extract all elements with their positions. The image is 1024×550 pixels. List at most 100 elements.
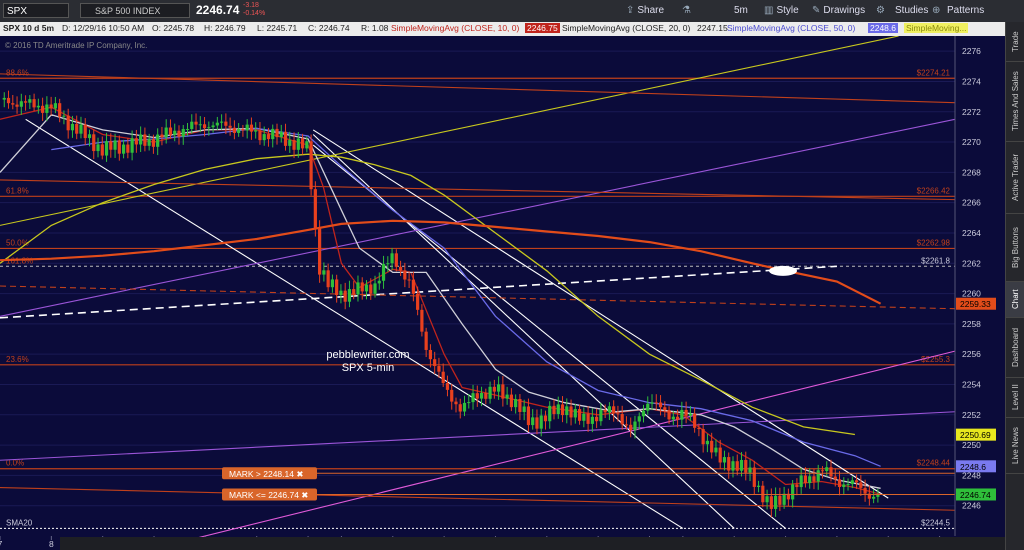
candle-body xyxy=(475,393,479,399)
price-badge-label: 2250.69 xyxy=(960,430,991,440)
candle-body xyxy=(833,476,837,480)
candle-body xyxy=(633,421,637,431)
candle-body xyxy=(15,104,19,107)
sidebar-item-dashboard[interactable]: Dashboard xyxy=(1006,318,1024,378)
candle-body xyxy=(735,461,739,471)
candle-body xyxy=(612,406,616,414)
sma50-label[interactable]: SimpleMovingAvg (CLOSE, 50, 0) xyxy=(727,23,855,33)
candle-body xyxy=(552,405,556,415)
bar-low: L: 2245.71 xyxy=(257,23,298,33)
symbol-input[interactable]: SPX xyxy=(3,3,69,18)
bar-date: D: 12/29/16 10:50 AM xyxy=(62,23,145,33)
candle-body xyxy=(300,138,305,149)
candle-body xyxy=(859,482,863,488)
candle-body xyxy=(693,413,697,428)
candle-body xyxy=(164,127,168,138)
level-label: SMA20 xyxy=(6,518,33,527)
candle-body xyxy=(87,134,92,139)
candle-body xyxy=(109,141,113,150)
candle-body xyxy=(842,484,846,488)
candle-body xyxy=(283,131,288,146)
fib-pct-label: 23.6% xyxy=(6,355,29,364)
candle-body xyxy=(241,129,245,131)
candle-body xyxy=(744,459,748,473)
x-tick-label: 8 xyxy=(49,539,54,549)
right-sidebar: Trade Times And Sales Active Trader Big … xyxy=(1005,22,1024,550)
time-scrollbar[interactable] xyxy=(60,537,1005,550)
candle-body xyxy=(96,144,100,152)
sidebar-item-trade[interactable]: Trade xyxy=(1006,22,1024,62)
sidebar-item-times-and-sales[interactable]: Times And Sales xyxy=(1006,62,1024,142)
candle-body xyxy=(778,495,782,505)
price-badge-label: 2248.6 xyxy=(960,462,986,472)
candle-body xyxy=(658,402,663,408)
candle-body xyxy=(275,128,279,138)
fib-price-label: $2262.98 xyxy=(917,238,951,247)
candle-body xyxy=(731,461,735,471)
candle-body xyxy=(377,280,381,284)
candle-body xyxy=(83,124,87,139)
candle-body xyxy=(714,447,718,453)
fib-price-label: $2248.44 xyxy=(917,459,951,468)
candle-body xyxy=(79,124,83,134)
studies-button[interactable]: Studies xyxy=(880,3,928,19)
y-tick-label: 2252 xyxy=(962,410,981,420)
flask-button[interactable]: ⚗ xyxy=(682,3,694,19)
sidebar-item-big-buttons[interactable]: Big Buttons xyxy=(1006,214,1024,282)
style-button[interactable]: ▥ Style xyxy=(764,3,799,19)
candle-body xyxy=(6,97,11,104)
copyright-text: © 2016 TD Ameritrade IP Company, Inc. xyxy=(5,41,147,50)
candle-body xyxy=(607,406,612,413)
drawings-button[interactable]: ✎ Drawings xyxy=(812,3,865,19)
fib-pct-label: 88.6% xyxy=(6,68,29,77)
candle-body xyxy=(756,485,761,487)
candle-body xyxy=(185,128,190,130)
candle-body xyxy=(134,138,138,145)
watermark-line-1: pebblewriter.com xyxy=(326,349,409,361)
candle-body xyxy=(194,121,198,125)
candle-body xyxy=(100,144,104,156)
sma20-label[interactable]: SimpleMovingAvg (CLOSE, 20, 0) xyxy=(562,23,690,33)
sidebar-item-live-news[interactable]: Live News xyxy=(1006,418,1024,474)
candle-body xyxy=(237,129,241,133)
candle-body xyxy=(454,401,458,405)
candle-body xyxy=(586,413,590,424)
sidebar-item-chart[interactable]: Chart xyxy=(1006,282,1024,318)
candle-body xyxy=(663,407,667,411)
candle-body xyxy=(718,447,722,463)
candle-body xyxy=(816,470,820,482)
candle-body xyxy=(590,416,594,424)
add-button[interactable]: ⊕ xyxy=(932,3,943,19)
sma10-label[interactable]: SimpleMovingAvg (CLOSE, 10, 0) xyxy=(391,23,519,33)
sidebar-item-level-ii[interactable]: Level II xyxy=(1006,378,1024,418)
candle-body xyxy=(505,394,509,399)
candle-body xyxy=(428,349,433,360)
candle-body xyxy=(637,416,641,422)
price-chart[interactable]: 88.6% $2274.21 61.8% $2266.42 50.0% $2262.98 2… xyxy=(0,36,1005,550)
candle-body xyxy=(727,457,731,471)
candle-body xyxy=(535,417,539,429)
candle-body xyxy=(232,127,236,133)
touch-highlight xyxy=(768,265,797,276)
y-tick-label: 2260 xyxy=(962,289,981,299)
sidebar-item-active-trader[interactable]: Active Trader xyxy=(1006,142,1024,214)
share-button[interactable]: ⇪ Share xyxy=(626,3,664,19)
patterns-button[interactable]: Patterns xyxy=(944,3,984,19)
candle-body xyxy=(624,424,629,426)
y-tick-label: 2268 xyxy=(962,167,981,177)
y-tick-label: 2276 xyxy=(962,46,981,56)
candle-body xyxy=(509,394,513,408)
candle-body xyxy=(872,496,876,499)
sma-more-label[interactable]: SimpleMoving... xyxy=(904,23,969,33)
candle-body xyxy=(254,130,258,132)
candle-body xyxy=(228,125,232,128)
price-badge-label: 2259.33 xyxy=(960,299,991,309)
candle-body xyxy=(782,493,786,505)
x-tick-label: 7 xyxy=(0,539,3,549)
fib-price-label: $2274.21 xyxy=(917,68,951,77)
sma50-value: 2248.6 xyxy=(868,23,898,33)
timeframe-button[interactable]: 5m xyxy=(734,3,748,19)
candle-body xyxy=(75,123,79,134)
bar-open: O: 2245.78 xyxy=(152,23,195,33)
y-tick-label: 2254 xyxy=(962,379,981,389)
